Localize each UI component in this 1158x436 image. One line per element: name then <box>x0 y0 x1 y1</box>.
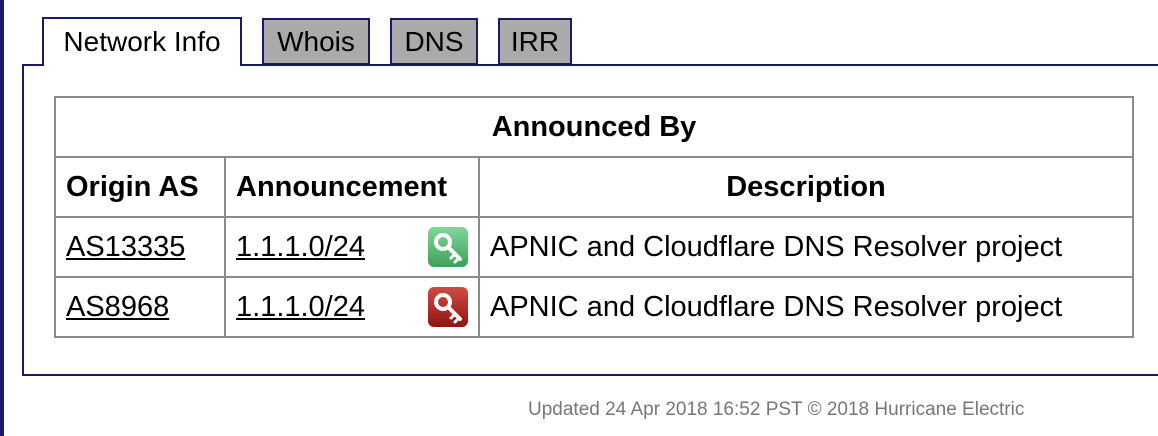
origin-as-link[interactable]: AS13335 <box>66 231 185 263</box>
announced-by-table: Announced By Origin AS Announcement Desc… <box>54 96 1134 338</box>
announcement-link[interactable]: 1.1.1.0/24 <box>236 231 365 264</box>
table-row: AS8968 1.1.1.0/24 APNIC and Cloudflare D… <box>54 276 1134 338</box>
footer-updated-text: Updated 24 Apr 2018 16:52 PST © 2018 Hur… <box>528 399 1025 420</box>
key-icon-invalid[interactable] <box>428 287 468 327</box>
announcement-cell: 1.1.1.0/24 <box>224 276 480 338</box>
description-cell: APNIC and Cloudflare DNS Resolver projec… <box>478 276 1134 338</box>
announcement-link[interactable]: 1.1.1.0/24 <box>236 291 365 324</box>
table-title-row: Announced By <box>54 96 1134 158</box>
key-icon-valid[interactable] <box>428 227 468 267</box>
origin-as-link[interactable]: AS8968 <box>66 291 169 323</box>
tab-dns[interactable]: DNS <box>390 18 478 65</box>
table-row: AS13335 1.1.1.0/24 APNIC and Cloudflare … <box>54 216 1134 278</box>
header-origin-as: Origin AS <box>54 156 226 218</box>
left-border-line <box>0 0 4 436</box>
tab-irr[interactable]: IRR <box>498 18 572 65</box>
description-cell: APNIC and Cloudflare DNS Resolver projec… <box>478 216 1134 278</box>
origin-cell: AS13335 <box>54 216 226 278</box>
tab-network-info[interactable]: Network Info <box>42 17 242 66</box>
table-header-row: Origin AS Announcement Description <box>54 156 1134 218</box>
table-title: Announced By <box>54 96 1134 158</box>
header-description: Description <box>478 156 1134 218</box>
origin-cell: AS8968 <box>54 276 226 338</box>
tab-whois[interactable]: Whois <box>262 18 370 65</box>
announcement-cell: 1.1.1.0/24 <box>224 216 480 278</box>
header-announcement: Announcement <box>224 156 480 218</box>
